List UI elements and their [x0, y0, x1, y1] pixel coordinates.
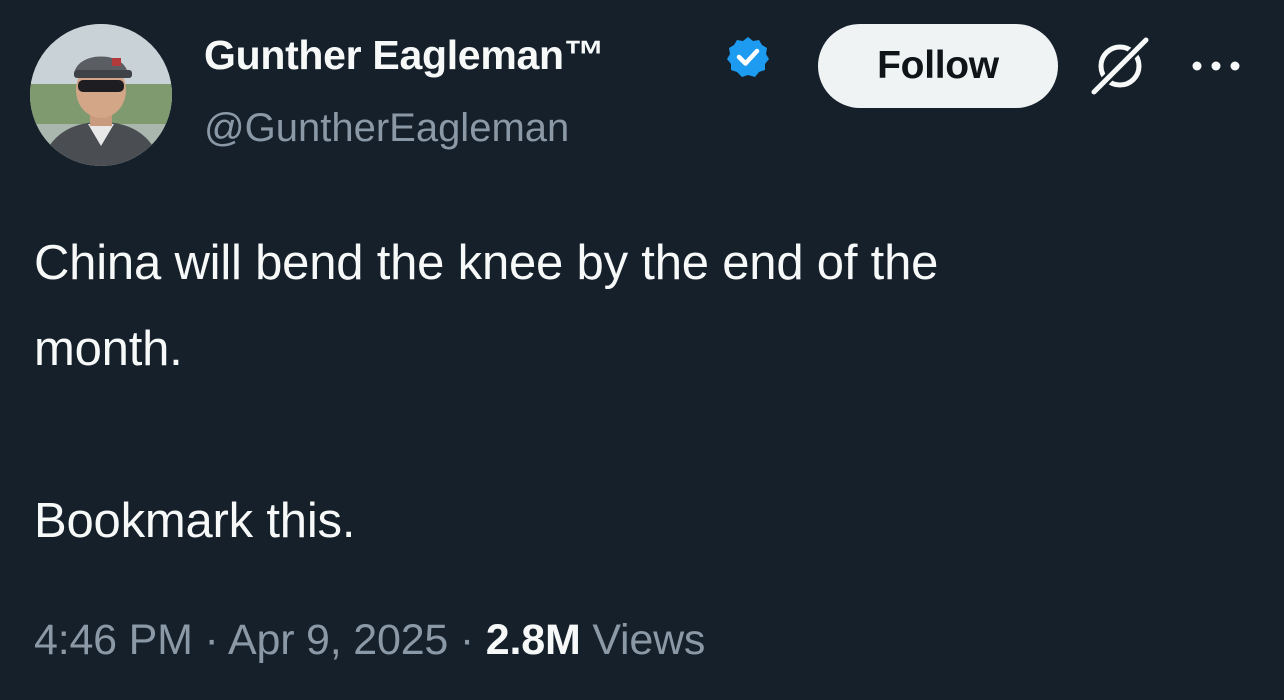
tweet-date[interactable]: Apr 9, 2025: [228, 616, 448, 664]
views-label: Views: [592, 616, 706, 664]
author-handle[interactable]: @GuntherEagleman: [204, 106, 569, 151]
tweet-text-line: month.: [34, 322, 183, 376]
tweet-card: Gunther Eagleman™ @GuntherEagleman Follo…: [0, 0, 1284, 700]
views-count[interactable]: 2.8M: [486, 616, 581, 664]
tweet-time[interactable]: 4:46 PM: [34, 616, 193, 664]
follow-button[interactable]: Follow: [818, 24, 1058, 108]
author-display-name[interactable]: Gunther Eagleman™: [204, 32, 605, 79]
tweet-text-line: Bookmark this.: [34, 494, 356, 548]
tweet-body: China will bend the knee by the end of t…: [34, 220, 1254, 564]
tweet-text-line: China will bend the knee by the end of t…: [34, 236, 939, 290]
avatar-photo: [30, 24, 172, 166]
tweet-metadata: 4:46 PM · Apr 9, 2025 · 2.8M Views: [34, 616, 705, 665]
meta-separator: ·: [459, 616, 486, 664]
verified-badge-icon: [727, 37, 769, 77]
grok-icon[interactable]: [1088, 34, 1152, 98]
avatar[interactable]: [30, 24, 172, 166]
more-options-icon[interactable]: [1190, 58, 1242, 74]
meta-separator: ·: [204, 616, 228, 664]
